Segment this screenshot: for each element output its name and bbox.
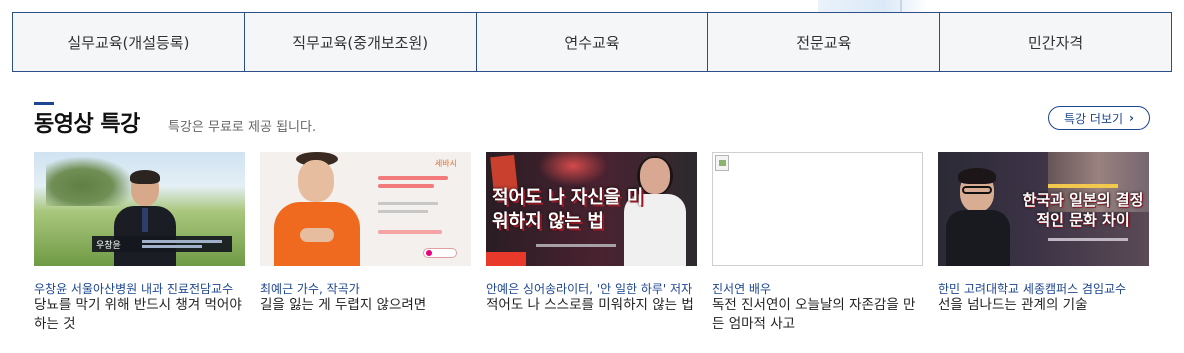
- speaker-figure: [274, 152, 360, 266]
- video-title[interactable]: 독전 진서연이 오늘날의 자존감을 만든 엄마적 사고: [712, 296, 923, 334]
- speaker-info: 우창윤 서울아산병원 내과 진료전담교수: [34, 282, 234, 296]
- brand-badge: [486, 252, 526, 266]
- speaker-info: 한민 고려대학교 세종캠퍼스 겸임교수: [938, 282, 1127, 296]
- speaker-figure: [946, 162, 1010, 266]
- section-title: 동영상 특강: [34, 112, 140, 137]
- thumbnail-text-panel: 세바시: [364, 152, 471, 266]
- tab-practical-education[interactable]: 실무교육(개설등록): [13, 13, 245, 71]
- video-card[interactable]: 우창윤 우창윤 서울아산병원 내과 진료전담교수 당뇨를 막기 위해 반드시 챙…: [34, 152, 245, 347]
- brand-logo: 세바시: [434, 159, 457, 168]
- video-card[interactable]: 진서연 배우 독전 진서연이 오늘날의 자존감을 만든 엄마적 사고: [712, 152, 923, 347]
- speaker-caption: 우창윤: [92, 236, 232, 252]
- video-card[interactable]: 세바시 최예근 가수, 작곡가 길을 잃는 게 두렵지 않으려면: [260, 152, 471, 347]
- more-lectures-label: 특강 더보기: [1064, 111, 1124, 126]
- speaker-caption-name: 우창윤: [96, 241, 121, 251]
- top-decoration: [818, 0, 928, 12]
- video-thumbnail[interactable]: 세바시: [260, 152, 471, 266]
- tab-professional-education[interactable]: 전문교육: [708, 13, 941, 71]
- education-tabs: 실무교육(개설등록) 직무교육(중개보조원) 연수교육 전문교육 민간자격: [12, 12, 1172, 72]
- tab-private-certification[interactable]: 민간자격: [940, 13, 1171, 71]
- video-thumbnail[interactable]: 한국과 일본의 결정적인 문화 차이: [938, 152, 1149, 266]
- video-lecture-list: 우창윤 우창윤 서울아산병원 내과 진료전담교수 당뇨를 막기 위해 반드시 챙…: [34, 152, 1150, 347]
- tab-training-education[interactable]: 연수교육: [477, 13, 709, 71]
- video-title[interactable]: 당뇨를 막기 위해 반드시 챙겨 먹어야 하는 것: [34, 296, 245, 334]
- section-title-accent-bar: [34, 102, 54, 105]
- video-title[interactable]: 선을 넘나드는 관계의 기술: [938, 296, 1149, 315]
- top-decoration-line: [900, 0, 902, 12]
- video-card[interactable]: 적어도 나 자신을 미워하지 않는 법 안예은 싱어송라이터, '안 일한 하루…: [486, 152, 697, 347]
- video-title[interactable]: 적어도 나 스스로를 미워하지 않는 법: [486, 296, 697, 315]
- tab-job-education[interactable]: 직무교육(중개보조원): [245, 13, 477, 71]
- lgu-logo: [423, 248, 457, 258]
- video-thumbnail[interactable]: 적어도 나 자신을 미워하지 않는 법: [486, 152, 697, 266]
- broken-image-icon: [715, 155, 729, 171]
- thumbnail-headline: 한국과 일본의 결정적인 문화 차이: [1022, 191, 1144, 229]
- chevron-right-icon: ›: [1129, 111, 1134, 125]
- video-thumbnail[interactable]: 우창윤: [34, 152, 245, 266]
- video-title[interactable]: 길을 잃는 게 두렵지 않으려면: [260, 296, 471, 315]
- thumbnail-headline: 적어도 나 자신을 미워하지 않는 법: [492, 187, 644, 232]
- section-header: 동영상 특강 특강은 무료로 제공 됩니다. 특강 더보기 ›: [34, 102, 1150, 137]
- section-subtitle: 특강은 무료로 제공 됩니다.: [168, 120, 317, 135]
- video-thumbnail[interactable]: [712, 152, 923, 266]
- speaker-info: 안예은 싱어송라이터, '안 일한 하루' 저자: [486, 282, 693, 296]
- more-lectures-button[interactable]: 특강 더보기 ›: [1048, 106, 1150, 130]
- video-card[interactable]: 한국과 일본의 결정적인 문화 차이 한민 고려대학교 세종캠퍼스 겸임교수 선…: [938, 152, 1149, 347]
- speaker-info: 진서연 배우: [712, 282, 772, 296]
- speaker-info: 최예근 가수, 작곡가: [260, 282, 360, 296]
